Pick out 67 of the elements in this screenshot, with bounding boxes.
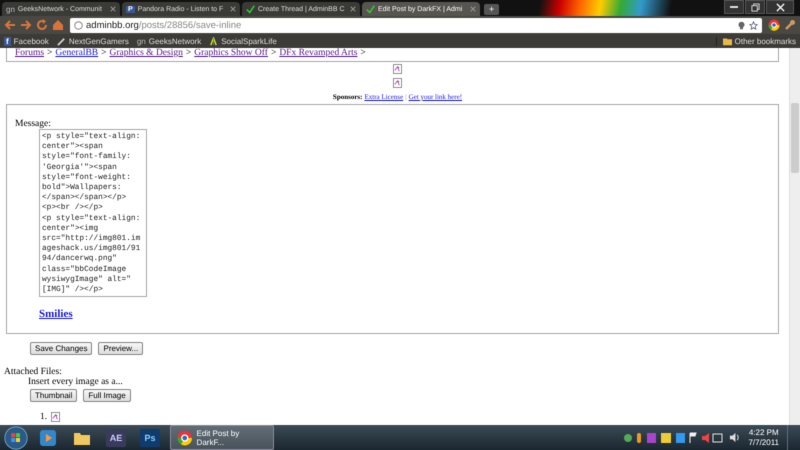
- minimize-button[interactable]: [724, 0, 744, 14]
- wrench-icon[interactable]: [784, 19, 796, 31]
- breadcrumb-separator: >: [101, 48, 107, 59]
- scrollbar[interactable]: [789, 48, 800, 425]
- back-icon[interactable]: [4, 19, 16, 31]
- chrome-icon: [177, 430, 193, 446]
- breadcrumb-link[interactable]: GeneralBB: [55, 48, 98, 59]
- new-tab-button[interactable]: +: [484, 4, 500, 15]
- folder-icon: [722, 36, 732, 46]
- minimize-icon: [730, 6, 738, 8]
- bookmark-link[interactable]: NextGenGamers: [56, 36, 129, 46]
- close-icon[interactable]: [230, 6, 236, 12]
- globe-icon: [74, 20, 83, 30]
- lightbulb-icon[interactable]: [737, 20, 746, 30]
- checkmark-icon: [246, 4, 255, 14]
- forward-icon[interactable]: [20, 19, 32, 31]
- form-button[interactable]: Save Changes: [30, 342, 92, 355]
- favicon: gn: [136, 36, 146, 46]
- restore-icon: [750, 2, 760, 12]
- smilies-link[interactable]: Smilies: [39, 308, 770, 320]
- scrollbar-thumb[interactable]: [791, 103, 799, 173]
- bookmark-link[interactable]: SocialSparkLife: [209, 36, 277, 46]
- insert-button[interactable]: Thumbnail: [30, 389, 78, 402]
- home-icon[interactable]: [52, 19, 64, 31]
- address-bar[interactable]: adminbb.org/posts/28856/save-inline: [70, 18, 762, 32]
- insert-button[interactable]: Full Image: [83, 389, 131, 402]
- attached-files-label: Attached Files:: [4, 367, 63, 377]
- insert-instruction: Insert every image as a...: [28, 377, 124, 387]
- clock-time[interactable]: 4:22 PM: [748, 428, 779, 438]
- bookmark-folder[interactable]: Other bookmarks: [716, 36, 796, 46]
- after-effects-app[interactable]: AE: [106, 428, 126, 446]
- close-icon[interactable]: [470, 6, 476, 12]
- close-icon[interactable]: [110, 6, 116, 12]
- close-button[interactable]: [766, 0, 794, 14]
- broken-image-icon: [393, 78, 402, 88]
- breadcrumb-link[interactable]: Graphics & Design: [110, 48, 183, 59]
- volume-icon[interactable]: [729, 432, 740, 443]
- message-label: Message:: [15, 119, 52, 129]
- clock-date[interactable]: 7/7/2011: [748, 438, 779, 448]
- breadcrumb-separator: >: [186, 48, 192, 59]
- close-icon: [776, 2, 784, 12]
- broken-image-icon: [51, 412, 60, 422]
- favicon: f: [4, 36, 11, 46]
- list-number: 1.: [40, 412, 48, 422]
- form-button[interactable]: Preview...: [98, 342, 144, 355]
- breadcrumb-separator: >: [270, 48, 276, 59]
- reload-icon[interactable]: [36, 19, 48, 31]
- breadcrumb-link[interactable]: DFx Revamped Arts: [279, 48, 358, 59]
- chrome-icon[interactable]: [768, 19, 780, 31]
- lamp-icon: [209, 36, 218, 46]
- close-icon[interactable]: [350, 6, 356, 12]
- pen-icon: [56, 36, 66, 46]
- breadcrumb-separator: >: [47, 48, 52, 59]
- star-icon[interactable]: [749, 20, 758, 30]
- checkmark-icon: [366, 4, 375, 14]
- system-tray-icons-drawing[interactable]: [623, 432, 724, 444]
- broken-image-icon: [393, 64, 402, 74]
- breadcrumb-link[interactable]: Forums: [15, 48, 44, 59]
- bookmark-link[interactable]: f Facebook: [4, 36, 49, 46]
- breadcrumb-link[interactable]: Graphics Show Off: [194, 48, 268, 59]
- bookmark-link[interactable]: gn GeeksNetwork: [136, 36, 202, 46]
- restore-button[interactable]: [745, 0, 765, 14]
- tab-favicon: gn: [6, 4, 15, 14]
- start-button[interactable]: [4, 426, 28, 450]
- photoshop-app[interactable]: Ps: [140, 428, 160, 446]
- breadcrumb-separator: >: [360, 48, 366, 59]
- taskbar-button[interactable]: Edit Post by DarkF...: [170, 425, 274, 450]
